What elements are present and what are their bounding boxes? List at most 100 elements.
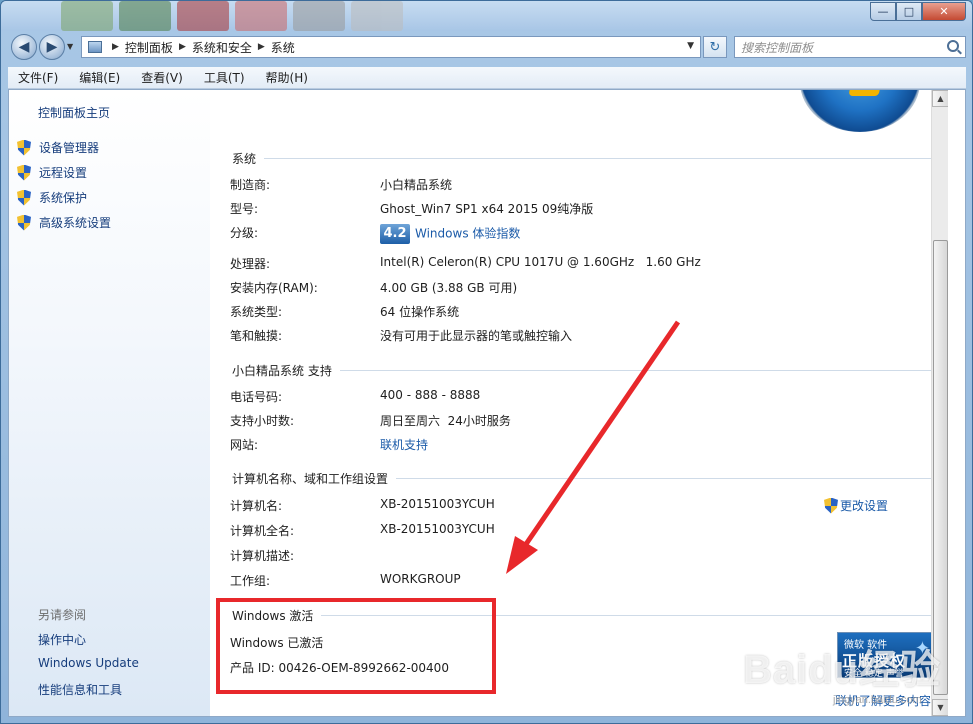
forward-arrow-icon: ▶ <box>46 39 58 55</box>
see-also-heading: 另请参阅 <box>38 608 87 622</box>
performance-tools-link[interactable]: 性能信息和工具 <box>38 681 122 698</box>
advanced-system-settings-label: 高级系统设置 <box>39 216 112 230</box>
row-key: 处理器: <box>230 257 271 271</box>
remote-settings-link[interactable]: 远程设置 <box>17 164 87 181</box>
change-settings-label: 更改设置 <box>840 499 889 513</box>
experience-index-link[interactable]: Windows 体验指数 <box>415 227 520 241</box>
window-controls: — □ ✕ <box>870 2 966 21</box>
close-button[interactable]: ✕ <box>922 2 966 21</box>
uac-shield-icon <box>17 214 31 231</box>
breadcrumb-separator-icon[interactable]: ▶ <box>112 42 119 52</box>
breadcrumb-system[interactable]: 系统 <box>271 39 295 56</box>
content-area: 控制面板主页 设备管理器 远程设置 系统保护 高级系统设置 另请参阅 操作中心 … <box>8 89 966 717</box>
system-section: 系统 <box>232 150 940 167</box>
windows-update-link[interactable]: Windows Update <box>38 656 139 670</box>
menu-tools[interactable]: 工具(T) <box>194 69 256 86</box>
menu-bar: 文件(F) 编辑(E) 查看(V) 工具(T) 帮助(H) <box>8 67 966 89</box>
row-key: 支持小时数: <box>230 414 295 428</box>
row-key: 系统类型: <box>230 305 283 319</box>
control-panel-home-link[interactable]: 控制面板主页 <box>38 104 110 121</box>
refresh-icon: ↻ <box>709 39 721 55</box>
device-manager-link[interactable]: 设备管理器 <box>17 139 99 156</box>
support-section: 小白精品系统 支持 <box>232 362 940 379</box>
row-key: 计算机全名: <box>230 524 295 538</box>
action-center-link[interactable]: 操作中心 <box>38 631 86 648</box>
search-icon[interactable] <box>947 40 959 52</box>
breadcrumb-separator-icon[interactable]: ▶ <box>179 42 186 52</box>
forward-button[interactable]: ▶ <box>39 34 65 60</box>
back-button[interactable]: ◀ <box>11 34 37 60</box>
row-key: 制造商: <box>230 178 271 192</box>
main-pane: 系统 制造商: 小白精品系统 型号: Ghost_Win7 SP1 x64 2015… <box>210 90 948 716</box>
row-key: 网站: <box>230 438 259 452</box>
row-value: 400 - 888 - 8888 <box>380 388 481 402</box>
row-key: 型号: <box>230 202 259 216</box>
activation-highlight-box <box>216 598 496 694</box>
address-dropdown-icon[interactable]: ▼ <box>687 41 694 51</box>
section-title: 系统 <box>232 150 940 167</box>
uac-shield-icon <box>17 164 31 181</box>
uac-shield-icon <box>824 497 838 514</box>
change-settings-link[interactable]: 更改设置 <box>824 497 888 514</box>
row-value: WORKGROUP <box>380 572 461 586</box>
uac-shield-icon <box>17 139 31 156</box>
row-key: 工作组: <box>230 574 271 588</box>
remote-settings-label: 远程设置 <box>39 166 88 180</box>
menu-view[interactable]: 查看(V) <box>131 69 194 86</box>
device-manager-label: 设备管理器 <box>39 141 100 155</box>
advanced-system-settings-link[interactable]: 高级系统设置 <box>17 214 111 231</box>
arrow-shaft <box>519 320 681 552</box>
menu-help[interactable]: 帮助(H) <box>256 69 319 86</box>
control-panel-icon <box>88 41 102 53</box>
row-value: 64 位操作系统 <box>380 305 460 319</box>
menu-edit[interactable]: 编辑(E) <box>69 69 131 86</box>
row-value: 周日至周六 24小时服务 <box>380 414 511 428</box>
breadcrumb-control-panel[interactable]: 控制面板 <box>125 39 173 56</box>
task-pane: 控制面板主页 设备管理器 远程设置 系统保护 高级系统设置 另请参阅 操作中心 … <box>9 90 210 716</box>
scroll-down-icon[interactable]: ▼ <box>932 699 948 716</box>
refresh-button[interactable]: ↻ <box>703 36 727 58</box>
uac-shield-icon <box>17 189 31 206</box>
row-value: XB-20151003YCUH <box>380 522 495 536</box>
back-arrow-icon: ◀ <box>18 39 30 55</box>
vertical-scrollbar[interactable]: ▲ ▼ <box>931 90 948 716</box>
address-bar[interactable]: ▶ 控制面板 ▶ 系统和安全 ▶ 系统 ▼ <box>81 36 701 58</box>
breadcrumb-system-security[interactable]: 系统和安全 <box>192 39 252 56</box>
arrow-head <box>506 536 538 574</box>
title-bar[interactable]: — □ ✕ <box>1 1 972 31</box>
computer-name-section: 计算机名称、域和工作组设置 <box>232 470 940 487</box>
windows-logo-icon <box>800 90 920 132</box>
experience-index-badge[interactable]: 4.2 <box>380 224 410 244</box>
breadcrumb-separator-icon[interactable]: ▶ <box>258 42 265 52</box>
section-title: 小白精品系统 支持 <box>232 362 940 379</box>
row-key: 笔和触摸: <box>230 329 283 343</box>
experience-index[interactable]: 4.2 Windows 体验指数 <box>380 224 520 244</box>
baidu-watermark-url: jingyan.baidu.com <box>833 694 922 706</box>
scroll-thumb[interactable] <box>933 240 948 695</box>
row-key: 安装内存(RAM): <box>230 281 318 295</box>
taskbar-thumbnails <box>61 1 421 31</box>
windows-logo-flag-icon <box>848 90 882 96</box>
system-window: — □ ✕ ◀ ▶ ▼ ▶ 控制面板 ▶ 系统和安全 ▶ 系统 ▼ ↻ 搜索控制… <box>0 0 973 724</box>
row-value: XB-20151003YCUH <box>380 497 495 511</box>
navigation-bar: ◀ ▶ ▼ ▶ 控制面板 ▶ 系统和安全 ▶ 系统 ▼ ↻ 搜索控制面板 <box>1 31 972 65</box>
online-support-link[interactable]: 联机支持 <box>380 436 428 453</box>
minimize-button[interactable]: — <box>870 2 896 21</box>
baidu-watermark: Baidu经验 <box>743 648 942 692</box>
row-key: 计算机名: <box>230 499 283 513</box>
row-key: 计算机描述: <box>230 549 295 563</box>
system-protection-label: 系统保护 <box>39 191 88 205</box>
maximize-button[interactable]: □ <box>896 2 922 21</box>
row-value: 小白精品系统 <box>380 178 453 192</box>
row-value: 没有可用于此显示器的笔或触控输入 <box>380 329 573 343</box>
search-input[interactable]: 搜索控制面板 <box>734 36 966 58</box>
row-value: 4.00 GB (3.88 GB 可用) <box>380 281 518 295</box>
search-placeholder: 搜索控制面板 <box>741 40 814 55</box>
section-title: 计算机名称、域和工作组设置 <box>232 470 940 487</box>
scroll-up-icon[interactable]: ▲ <box>932 90 948 107</box>
recent-pages-dropdown-icon[interactable]: ▼ <box>67 42 73 51</box>
row-value: Intel(R) Celeron(R) CPU 1017U @ 1.60GHz … <box>380 255 701 269</box>
menu-file[interactable]: 文件(F) <box>8 69 69 86</box>
system-protection-link[interactable]: 系统保护 <box>17 189 87 206</box>
row-key: 电话号码: <box>230 390 283 404</box>
